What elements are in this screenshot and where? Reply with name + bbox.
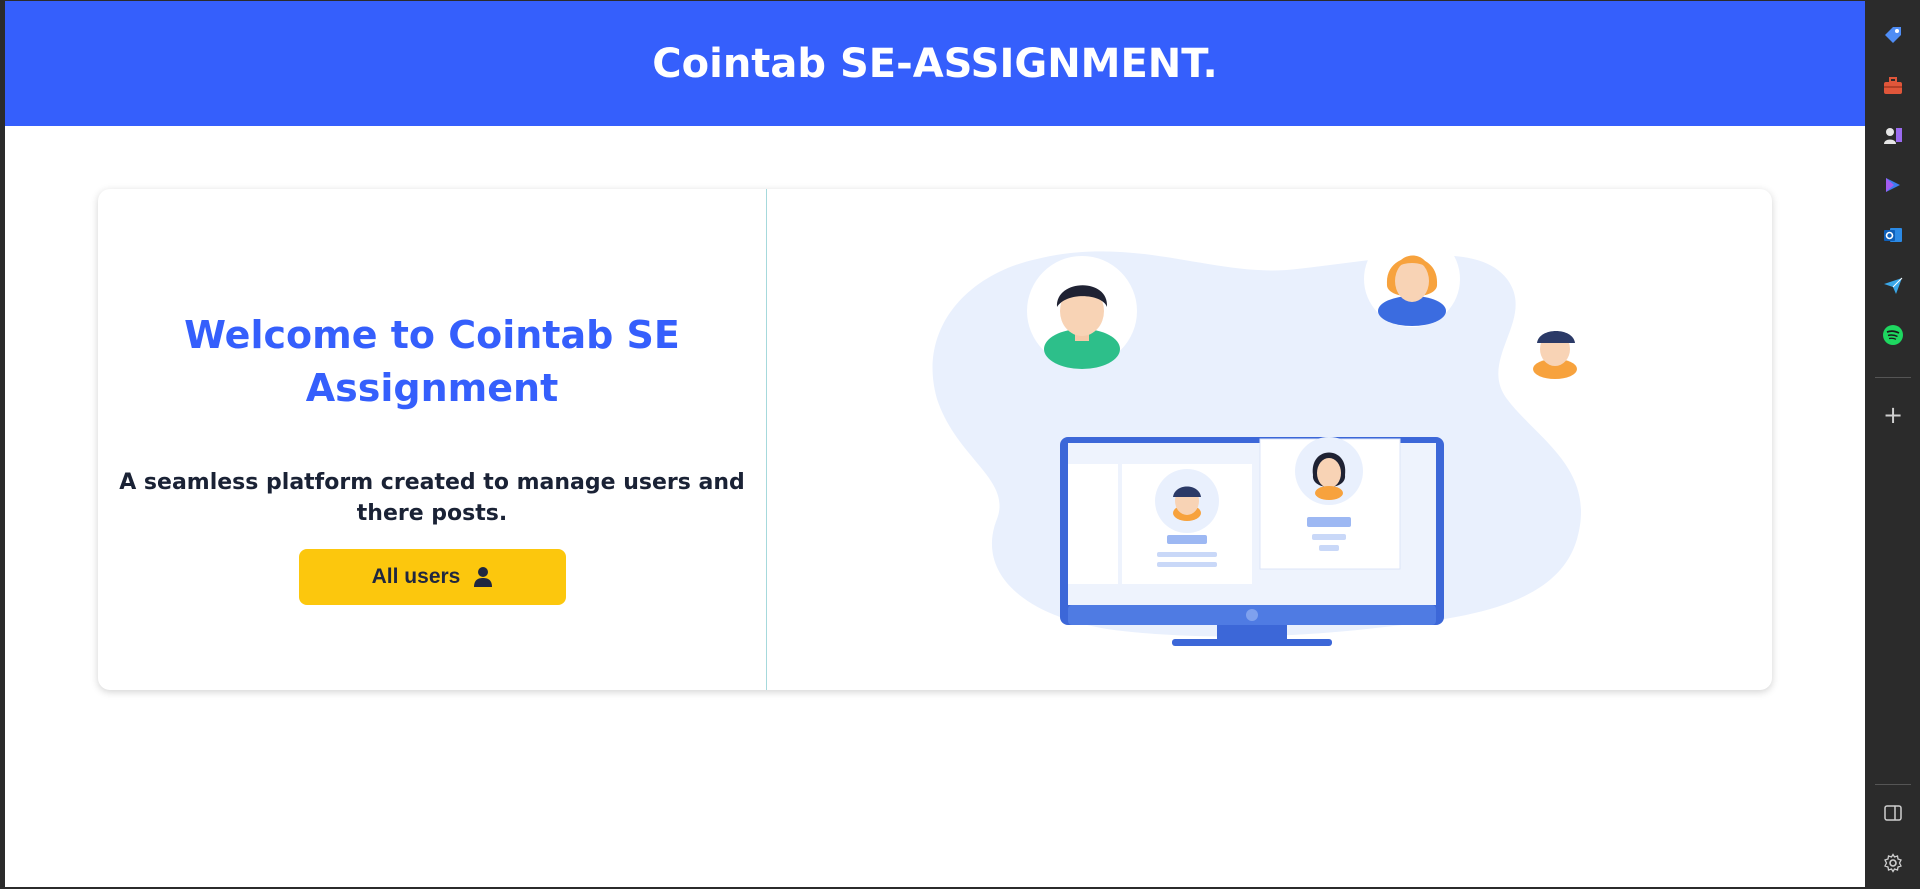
avatar-cap-icon: [1519, 311, 1591, 383]
hero-illustration-panel: [767, 189, 1772, 690]
sidebar-divider: [1875, 377, 1911, 378]
page-viewport: Cointab SE-ASSIGNMENT. Welcome to Cointa…: [5, 1, 1865, 887]
app-title: Cointab SE-ASSIGNMENT.: [652, 40, 1218, 87]
settings-gear-icon[interactable]: [1880, 850, 1906, 876]
spotify-icon[interactable]: [1880, 322, 1906, 348]
welcome-title: Welcome to Cointab SE Assignment: [184, 313, 680, 410]
monitor-icon: [1060, 437, 1444, 646]
all-users-button-label: All users: [371, 565, 461, 588]
browser-sidebar: +: [1865, 0, 1920, 889]
tag-icon[interactable]: [1880, 22, 1906, 48]
hero-text-panel: Welcome to Cointab SE Assignment A seaml…: [98, 189, 767, 690]
users-illustration: [932, 239, 1591, 646]
hero-tagline: A seamless platform created to manage us…: [119, 470, 745, 526]
copilot-icon[interactable]: [1880, 172, 1906, 198]
all-users-button[interactable]: All users: [298, 549, 566, 605]
sidebar-panel-icon[interactable]: [1880, 800, 1906, 826]
hero-card: Welcome to Cointab SE Assignment A seaml…: [98, 189, 1772, 690]
chess-games-icon[interactable]: [1880, 122, 1906, 148]
outlook-icon[interactable]: [1880, 222, 1906, 248]
add-icon[interactable]: +: [1880, 401, 1906, 429]
sidebar-divider: [1875, 784, 1911, 785]
user-icon: [474, 567, 493, 587]
app-header: Cointab SE-ASSIGNMENT.: [5, 1, 1865, 126]
paper-plane-icon[interactable]: [1880, 272, 1906, 298]
briefcase-icon[interactable]: [1880, 73, 1906, 99]
